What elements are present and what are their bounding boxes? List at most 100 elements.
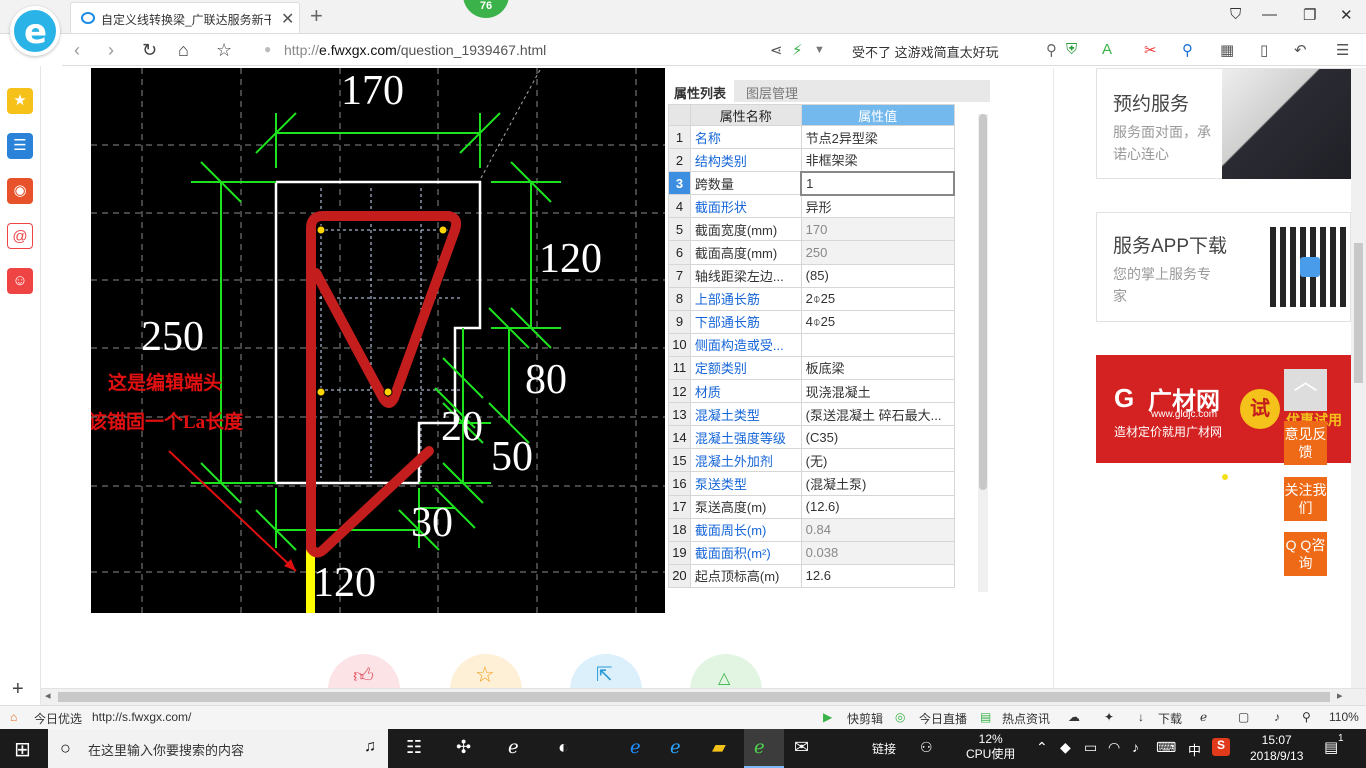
feedback-button[interactable]: 意见反馈 bbox=[1284, 421, 1327, 465]
apps-grid-icon[interactable]: ▦ bbox=[1220, 41, 1234, 59]
table-row[interactable]: 13 混凝土类型 (泵送混凝土 碎石最大... bbox=[668, 402, 955, 427]
table-row[interactable]: 4 截面形状 异形 bbox=[668, 194, 955, 219]
back-icon[interactable]: ‹ bbox=[74, 40, 80, 61]
panel-scroll-thumb[interactable] bbox=[979, 114, 987, 490]
file-explorer-icon[interactable]: ▰ bbox=[712, 737, 726, 758]
magnifier-icon[interactable]: ⚲ bbox=[1182, 41, 1193, 59]
row-value[interactable]: 异形 bbox=[800, 194, 955, 219]
site-info-icon[interactable]: ● bbox=[264, 42, 271, 56]
table-row[interactable]: 12 材质 现浇混凝土 bbox=[668, 379, 955, 404]
app-download-card[interactable]: 服务APP下载 您的掌上服务专 家 bbox=[1096, 212, 1351, 322]
dropdown-icon[interactable]: ▼ bbox=[814, 44, 825, 56]
scissors-icon[interactable]: ✂ bbox=[1144, 41, 1157, 59]
close-window-icon[interactable]: ✕ bbox=[1340, 6, 1353, 24]
menu-icon[interactable]: ☰ bbox=[1336, 41, 1349, 59]
favorites-star-icon[interactable]: ★ bbox=[7, 88, 33, 114]
speed-mode-icon[interactable]: ⚡ bbox=[792, 41, 803, 59]
pinwheel-app-icon[interactable]: ✣ bbox=[456, 737, 471, 758]
table-row[interactable]: 2 结构类别 非框架梁 bbox=[668, 148, 955, 173]
add-sidebar-icon[interactable]: + bbox=[12, 678, 24, 701]
page-horizontal-scrollbar[interactable]: ◂ ▸ bbox=[41, 688, 1366, 705]
row-value[interactable]: (C35) bbox=[800, 425, 955, 450]
table-row[interactable]: 9 下部通长筋 4⌽25 bbox=[668, 309, 955, 334]
table-row[interactable]: 5 截面宽度(mm) 170 bbox=[668, 217, 955, 242]
url-field[interactable]: http://e.fwxgx.com/question_1939467.html bbox=[284, 42, 546, 58]
action-center-icon[interactable]: ▤ bbox=[1324, 738, 1338, 756]
row-value[interactable]: (混凝土泵) bbox=[800, 471, 955, 496]
quick-clip[interactable]: 快剪辑 bbox=[847, 710, 883, 727]
edge-icon[interactable]: ℯ bbox=[630, 737, 641, 758]
window-icon[interactable]: ▢ bbox=[1238, 710, 1249, 724]
panel-scrollbar[interactable] bbox=[978, 114, 988, 592]
security-shield-icon[interactable]: ⛨ bbox=[1066, 41, 1077, 58]
download-label[interactable]: 下载 bbox=[1158, 710, 1182, 727]
undo-icon[interactable]: ↶ bbox=[1294, 41, 1307, 59]
new-tab-button[interactable]: + bbox=[310, 3, 323, 29]
table-row[interactable]: 17 泵送高度(m) (12.6) bbox=[668, 494, 955, 519]
row-value[interactable]: 板底梁 bbox=[800, 355, 955, 381]
tab-attribute-list[interactable]: 属性列表 bbox=[668, 80, 734, 102]
table-row[interactable]: 7 轴线距梁左边... (85) bbox=[668, 263, 955, 288]
sogou-ime-icon[interactable]: S bbox=[1212, 738, 1230, 756]
minimize-icon[interactable]: — bbox=[1262, 6, 1277, 23]
clock[interactable]: 15:07 2018/9/13 bbox=[1250, 732, 1303, 764]
active-browser-task[interactable]: ℯ bbox=[744, 729, 784, 768]
wifi-icon[interactable]: ◠ bbox=[1108, 739, 1120, 756]
ie-mode-icon[interactable]: ℯ bbox=[1200, 710, 1207, 724]
row-value[interactable]: (无) bbox=[800, 448, 955, 473]
table-row[interactable]: 15 混凝土外加剂 (无) bbox=[668, 448, 955, 473]
ie-icon[interactable]: ℯ bbox=[670, 737, 681, 758]
search-icon[interactable]: ⚲ bbox=[1046, 41, 1057, 59]
pin-icon[interactable]: ✦ bbox=[1104, 710, 1114, 724]
table-row[interactable]: 19 截面面积(m²) 0.038 bbox=[668, 540, 955, 565]
table-row[interactable]: 10 侧面构造或受... bbox=[668, 332, 955, 357]
table-row[interactable]: 18 截面周长(m) 0.84 bbox=[668, 517, 955, 542]
share-icon[interactable]: ⋖ bbox=[770, 41, 783, 59]
zoom-level[interactable]: 110% bbox=[1329, 710, 1359, 724]
scroll-left-icon[interactable]: ◂ bbox=[45, 689, 51, 702]
keyboard-icon[interactable]: ⌨ bbox=[1156, 739, 1176, 756]
row-value[interactable]: 节点2异型梁 bbox=[800, 124, 955, 150]
today-live[interactable]: 今日直播 bbox=[919, 710, 967, 727]
mobile-icon[interactable]: ▯ bbox=[1260, 41, 1268, 59]
microphone-icon[interactable]: ♫ bbox=[364, 738, 376, 756]
home-icon[interactable]: ⌂ bbox=[178, 40, 189, 61]
row-value[interactable]: 2⌽25 bbox=[800, 286, 955, 311]
table-row[interactable]: 6 截面高度(mm) 250 bbox=[668, 240, 955, 265]
weibo-icon[interactable]: ◉ bbox=[7, 178, 33, 204]
close-tab-icon[interactable]: ✕ bbox=[281, 9, 294, 29]
skin-icon[interactable]: ⛉ bbox=[1230, 6, 1241, 23]
back-to-top-icon[interactable]: ︿ bbox=[1284, 369, 1327, 411]
today-picks[interactable]: 今日优选 bbox=[34, 710, 82, 727]
restore-icon[interactable]: ❐ bbox=[1303, 6, 1316, 24]
row-value[interactable]: 非框架梁 bbox=[800, 148, 955, 173]
table-row[interactable]: 11 定额类别 板底梁 bbox=[668, 355, 955, 381]
cpu-usage[interactable]: 12% CPU使用 bbox=[966, 732, 1015, 762]
taskbar-search[interactable]: ○ 在这里输入你要搜索的内容 ♫ bbox=[48, 729, 388, 768]
table-row[interactable]: 14 混凝土强度等级 (C35) bbox=[668, 425, 955, 450]
gift-icon[interactable]: ⌂ bbox=[10, 710, 17, 724]
table-row[interactable]: 8 上部通长筋 2⌽25 bbox=[668, 286, 955, 311]
mail-icon[interactable]: ✉ bbox=[794, 737, 809, 758]
tray-expand-icon[interactable]: ⌃ bbox=[1036, 739, 1048, 756]
mute-icon[interactable]: ♪ bbox=[1274, 710, 1280, 724]
battery-icon[interactable]: ▭ bbox=[1084, 739, 1097, 756]
browser-tab[interactable]: 自定义线转换梁_广联达服务新干 ✕ bbox=[70, 2, 300, 33]
follow-us-button[interactable]: 关注我们 bbox=[1284, 477, 1327, 521]
zoom-icon[interactable]: ⚲ bbox=[1302, 710, 1311, 724]
volume-icon[interactable]: ♪ bbox=[1132, 739, 1139, 755]
row-value-editor[interactable]: 1 bbox=[800, 170, 955, 196]
favorite-star-icon[interactable]: ☆ bbox=[216, 40, 232, 61]
table-row[interactable]: 20 起点顶标高(m) 12.6 bbox=[668, 563, 955, 588]
task-view-icon[interactable]: ☷ bbox=[406, 737, 422, 758]
search-suggestion[interactable]: 受不了 这游戏简直太好玩 bbox=[852, 42, 999, 61]
row-value[interactable]: 4⌽25 bbox=[800, 309, 955, 334]
windows-start-icon[interactable]: ⊞ bbox=[14, 737, 31, 762]
links-toolbar[interactable]: 链接 bbox=[872, 740, 896, 757]
browser-logo-icon[interactable]: e bbox=[10, 6, 60, 56]
row-value[interactable]: 12.6 bbox=[800, 563, 955, 588]
row-value[interactable]: (泵送混凝土 碎石最大... bbox=[800, 402, 955, 427]
table-row[interactable]: 16 泵送类型 (混凝土泵) bbox=[668, 471, 955, 496]
scroll-right-icon[interactable]: ▸ bbox=[1337, 689, 1343, 702]
horizontal-scroll-thumb[interactable] bbox=[58, 692, 1330, 702]
